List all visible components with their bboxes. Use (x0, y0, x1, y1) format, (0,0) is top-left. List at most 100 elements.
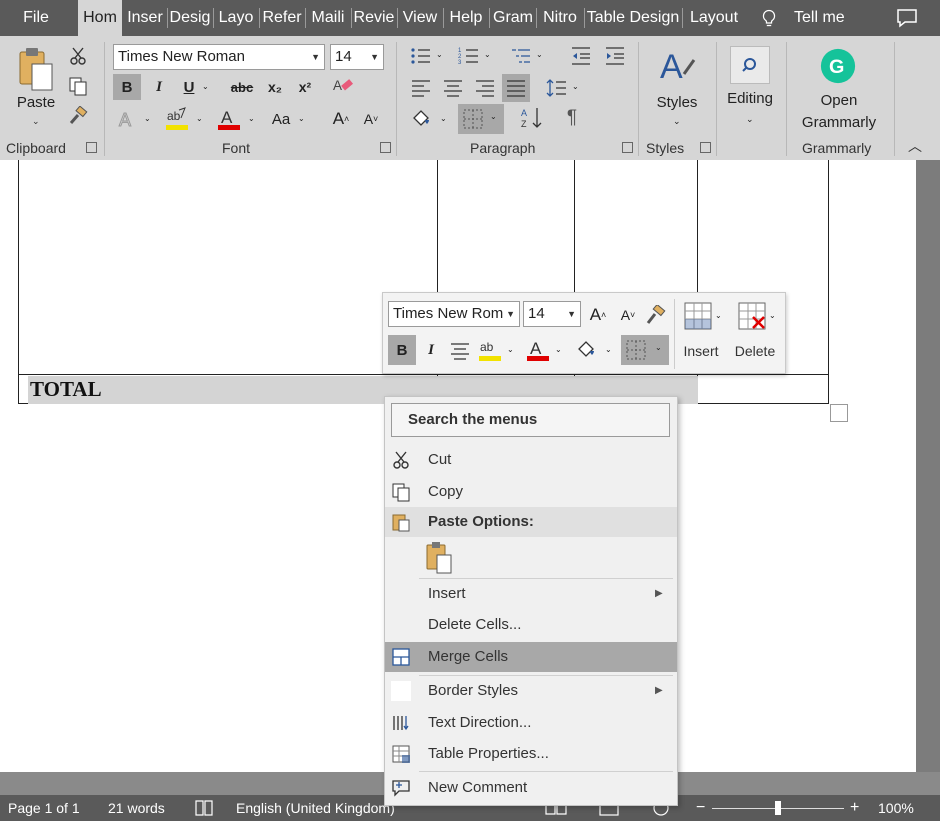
mini-font-color-icon[interactable]: A (525, 337, 551, 363)
collapse-ribbon-icon[interactable]: ︿ (908, 136, 922, 156)
menu-item-table-properties[interactable]: Table Properties... (385, 739, 677, 769)
tab-table-layout[interactable]: Layout (686, 0, 742, 36)
superscript-button[interactable]: x² (292, 74, 318, 100)
font-launcher[interactable] (380, 142, 391, 153)
mini-borders-button[interactable]: ⌄ (621, 335, 669, 365)
svg-text:A: A (521, 108, 527, 118)
tab-layout[interactable]: Layo (215, 0, 257, 36)
paste-keep-formatting-icon[interactable] (425, 541, 455, 575)
zoom-out-button[interactable]: − (696, 795, 705, 821)
align-left-icon[interactable] (410, 78, 432, 98)
grow-font-button[interactable]: A ˄ (330, 106, 352, 132)
menu-item-merge-cells[interactable]: Merge Cells (385, 642, 677, 672)
mini-font-name-box[interactable]: Times New Rom ▼ (388, 301, 520, 327)
borders-button[interactable]: ⌄ (458, 104, 504, 134)
menu-item-delete-cells[interactable]: Delete Cells... (385, 610, 677, 640)
cut-label: Cut (428, 451, 452, 468)
shrink-font-button[interactable]: A ˅ (360, 106, 382, 132)
clear-formatting-icon[interactable]: A (330, 73, 360, 99)
sort-icon[interactable]: A Z (520, 106, 544, 130)
tab-file[interactable]: File (0, 0, 72, 36)
italic-button[interactable]: I (146, 74, 172, 100)
multilevel-list-icon[interactable] (510, 46, 532, 66)
tab-grammarly[interactable]: Gram (491, 0, 535, 36)
tab-insert[interactable]: Inser (124, 0, 166, 36)
format-painter-icon[interactable] (68, 106, 88, 126)
page-count[interactable]: Page 1 of 1 (8, 795, 80, 821)
tab-table-design[interactable]: Table Design (586, 0, 680, 36)
shading-icon[interactable] (410, 108, 434, 130)
tab-design[interactable]: Desig (169, 0, 211, 36)
tab-review[interactable]: Revie (353, 0, 395, 36)
language-indicator[interactable]: English (United Kingdom) (236, 795, 395, 821)
proofing-icon[interactable] (194, 799, 214, 817)
show-formatting-marks-button[interactable]: ¶ (560, 106, 584, 130)
magnifier-icon (742, 58, 756, 72)
bullets-icon[interactable] (410, 46, 432, 66)
menu-item-border-styles[interactable]: Border Styles ▶ (385, 676, 677, 706)
mini-shrink-font-button[interactable]: A ˅ (617, 303, 639, 327)
tab-references[interactable]: Refer (261, 0, 303, 36)
copy-icon[interactable] (68, 76, 88, 96)
styles-launcher[interactable] (700, 142, 711, 153)
tab-view[interactable]: View (399, 0, 441, 36)
paste-icon (392, 514, 410, 532)
tab-mailings[interactable]: Maili (307, 0, 349, 36)
grammarly-label-line2: Grammarly (801, 114, 877, 131)
mini-delete-button[interactable]: ⌄ Delete (729, 297, 781, 369)
menu-item-cut[interactable]: Cut (385, 445, 677, 475)
change-case-button[interactable]: Aa (266, 106, 296, 132)
line-spacing-icon[interactable] (546, 78, 568, 98)
font-group-label: Font (222, 140, 251, 156)
decrease-indent-icon[interactable] (570, 46, 592, 66)
table-resize-handle[interactable] (830, 404, 848, 422)
zoom-in-button[interactable]: + (850, 795, 859, 821)
menu-item-insert[interactable]: Insert ▶ (385, 579, 677, 609)
mini-insert-button[interactable]: ⌄ Insert (677, 297, 727, 369)
menu-item-new-comment[interactable]: New Comment (385, 773, 677, 803)
text-effects-icon[interactable]: A (116, 108, 138, 131)
underline-button[interactable]: U (176, 74, 202, 100)
align-center-icon[interactable] (442, 78, 464, 98)
menu-item-text-direction[interactable]: Text Direction... (385, 708, 677, 738)
mini-italic-button[interactable]: I (419, 335, 443, 365)
text-highlight-icon[interactable]: ab (164, 106, 190, 132)
font-name-box[interactable]: Times New Roman ▼ (113, 44, 325, 70)
tab-home[interactable]: Hom (78, 0, 122, 36)
search-the-menus-box[interactable]: Search the menus (391, 403, 670, 437)
paragraph-launcher[interactable] (622, 142, 633, 153)
cut-icon[interactable] (68, 46, 88, 66)
paste-button[interactable]: Paste ⌄ (8, 44, 64, 128)
mini-highlight-icon[interactable]: ab (477, 337, 503, 363)
comments-icon[interactable] (896, 8, 918, 28)
increase-indent-icon[interactable] (604, 46, 626, 66)
mini-font-size-box[interactable]: 14 ▼ (523, 301, 581, 327)
font-color-icon[interactable]: A (216, 106, 242, 132)
svg-text:A: A (530, 339, 542, 358)
mini-shading-icon[interactable] (575, 339, 599, 361)
vertical-scrollbar[interactable] (916, 160, 940, 772)
bold-button[interactable]: B (113, 74, 141, 100)
zoom-slider-thumb[interactable] (775, 801, 781, 815)
subscript-button[interactable]: x₂ (262, 74, 288, 100)
menu-item-copy[interactable]: Copy (385, 477, 677, 507)
editing-button[interactable]: Editing ⌄ (722, 44, 778, 132)
tab-nitro[interactable]: Nitro (538, 0, 582, 36)
tell-me-search[interactable]: Tell me (794, 0, 845, 36)
open-grammarly-button[interactable]: G Open Grammarly (794, 44, 884, 132)
numbering-icon[interactable]: 123 (458, 46, 480, 66)
styles-button[interactable]: A Styles ⌄ (648, 44, 706, 132)
font-size-box[interactable]: 14 ▼ (330, 44, 384, 70)
mini-grow-font-button[interactable]: A ˄ (587, 303, 609, 327)
clipboard-launcher[interactable] (86, 142, 97, 153)
mini-bold-button[interactable]: B (388, 335, 416, 365)
mini-center-align-icon[interactable] (449, 341, 471, 361)
strikethrough-button[interactable]: abc (226, 74, 258, 100)
justify-icon (507, 80, 525, 97)
zoom-level[interactable]: 100% (878, 795, 914, 821)
justify-button[interactable] (502, 74, 530, 102)
align-right-icon[interactable] (474, 78, 496, 98)
mini-format-painter-icon[interactable] (645, 305, 667, 327)
tab-help[interactable]: Help (445, 0, 487, 36)
word-count[interactable]: 21 words (108, 795, 165, 821)
